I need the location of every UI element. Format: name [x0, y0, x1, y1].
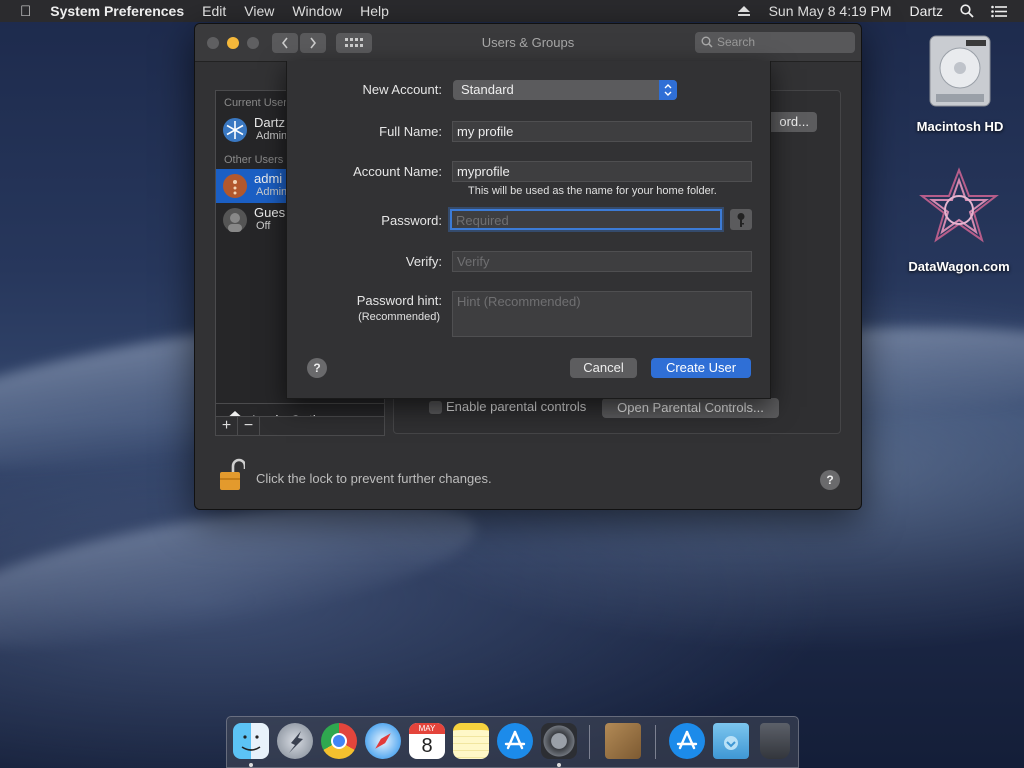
desktop-icon-label: Macintosh HD: [916, 119, 1004, 134]
menu-help[interactable]: Help: [351, 3, 398, 19]
menu-window[interactable]: Window: [283, 3, 351, 19]
password-assistant-button[interactable]: [730, 209, 752, 230]
password-label: Password:: [381, 213, 442, 228]
apple-menu-icon[interactable]: : [0, 3, 41, 20]
calendar-icon[interactable]: MAY 8: [409, 723, 445, 759]
trash-icon[interactable]: [760, 723, 790, 759]
menu-view[interactable]: View: [235, 3, 283, 19]
finder-icon[interactable]: [233, 723, 269, 759]
datawagon-desktop-icon[interactable]: DataWagon.com: [900, 166, 1018, 274]
dock: MAY 8: [226, 716, 799, 768]
chrome-icon[interactable]: [321, 723, 357, 759]
remove-user-button[interactable]: −: [238, 417, 260, 435]
app-store-folder-icon[interactable]: [669, 723, 705, 759]
new-account-label: New Account:: [362, 82, 443, 97]
password-field[interactable]: Required: [450, 209, 722, 230]
app-store-icon[interactable]: [497, 723, 533, 759]
parental-controls-checkbox[interactable]: [429, 401, 442, 414]
spotlight-search-icon[interactable]: [956, 0, 978, 22]
user-name: admi: [254, 171, 283, 186]
user-name: Dartz: [254, 115, 286, 130]
add-remove-bar: + −: [215, 416, 385, 436]
guest-avatar-icon: [223, 208, 247, 232]
app-menu[interactable]: System Preferences: [41, 3, 193, 19]
password-hint-field[interactable]: Hint (Recommended): [452, 291, 752, 337]
launchpad-icon[interactable]: [277, 723, 313, 759]
calendar-day: 8: [421, 735, 433, 757]
account-type-popup[interactable]: Standard: [453, 80, 677, 100]
hard-drive-icon: [929, 35, 991, 107]
add-user-button[interactable]: +: [216, 417, 238, 435]
lock-button[interactable]: [219, 458, 247, 497]
search-field[interactable]: Search: [695, 32, 855, 53]
lock-message: Click the lock to prevent further change…: [256, 471, 492, 486]
search-icon: [701, 36, 713, 48]
create-user-button[interactable]: Create User: [651, 358, 751, 378]
eject-icon[interactable]: [733, 0, 755, 22]
menu-bar:  System Preferences Edit View Window He…: [0, 0, 1024, 22]
datawagon-logo-icon: [919, 167, 999, 243]
full-name-label: Full Name:: [379, 124, 442, 139]
calendar-month: MAY: [409, 723, 445, 734]
snowflake-avatar-icon: [223, 118, 247, 142]
verify-label: Verify:: [405, 254, 442, 269]
current-users-label: Current User: [224, 97, 287, 109]
notification-center-icon[interactable]: [988, 0, 1010, 22]
chevron-up-down-icon: [659, 80, 677, 100]
notes-icon[interactable]: [453, 723, 489, 759]
parental-controls-label: Enable parental controls: [446, 399, 587, 414]
sheet-help-button[interactable]: ?: [307, 358, 327, 378]
contacts-icon[interactable]: [605, 723, 641, 759]
new-account-sheet: New Account: Standard Full Name: my prof…: [286, 61, 771, 399]
key-icon: [737, 212, 745, 227]
dock-separator: [655, 725, 656, 759]
user-name: Gues: [254, 205, 286, 220]
verify-field[interactable]: Verify: [452, 251, 752, 272]
search-placeholder: Search: [717, 35, 756, 49]
account-name-label: Account Name:: [353, 164, 442, 179]
gingerbread-avatar-icon: [223, 174, 247, 198]
menu-edit[interactable]: Edit: [193, 3, 235, 19]
dock-separator: [589, 725, 590, 759]
open-parental-controls-button[interactable]: Open Parental Controls...: [602, 398, 779, 418]
downloads-folder-icon[interactable]: [713, 723, 749, 759]
running-indicator: [557, 763, 561, 767]
account-name-field[interactable]: myprofile: [452, 161, 752, 182]
safari-icon[interactable]: [365, 723, 401, 759]
password-hint-sublabel: (Recommended): [358, 311, 440, 323]
menu-user[interactable]: Dartz: [901, 3, 952, 19]
menu-clock[interactable]: Sun May 8 4:19 PM: [755, 3, 901, 19]
change-password-button[interactable]: ord...: [767, 112, 817, 132]
password-hint-label: Password hint:: [356, 293, 442, 308]
cancel-button[interactable]: Cancel: [570, 358, 637, 378]
system-preferences-icon[interactable]: [541, 723, 577, 759]
macintosh-hd-desktop-icon[interactable]: Macintosh HD: [906, 32, 1014, 134]
title-bar[interactable]: Users & Groups Search: [195, 24, 861, 62]
desktop-icon-label: DataWagon.com: [908, 259, 1010, 274]
help-button[interactable]: ?: [820, 470, 840, 490]
user-role: Admin: [256, 130, 288, 142]
full-name-field[interactable]: my profile: [452, 121, 752, 142]
unlocked-lock-icon: [220, 458, 247, 490]
running-indicator: [249, 763, 253, 767]
user-role: Admin: [256, 186, 288, 198]
account-type-value: Standard: [461, 82, 514, 97]
user-role: Off: [256, 220, 271, 232]
other-users-label: Other Users: [224, 154, 284, 166]
home-folder-note: This will be used as the name for your h…: [468, 185, 717, 197]
